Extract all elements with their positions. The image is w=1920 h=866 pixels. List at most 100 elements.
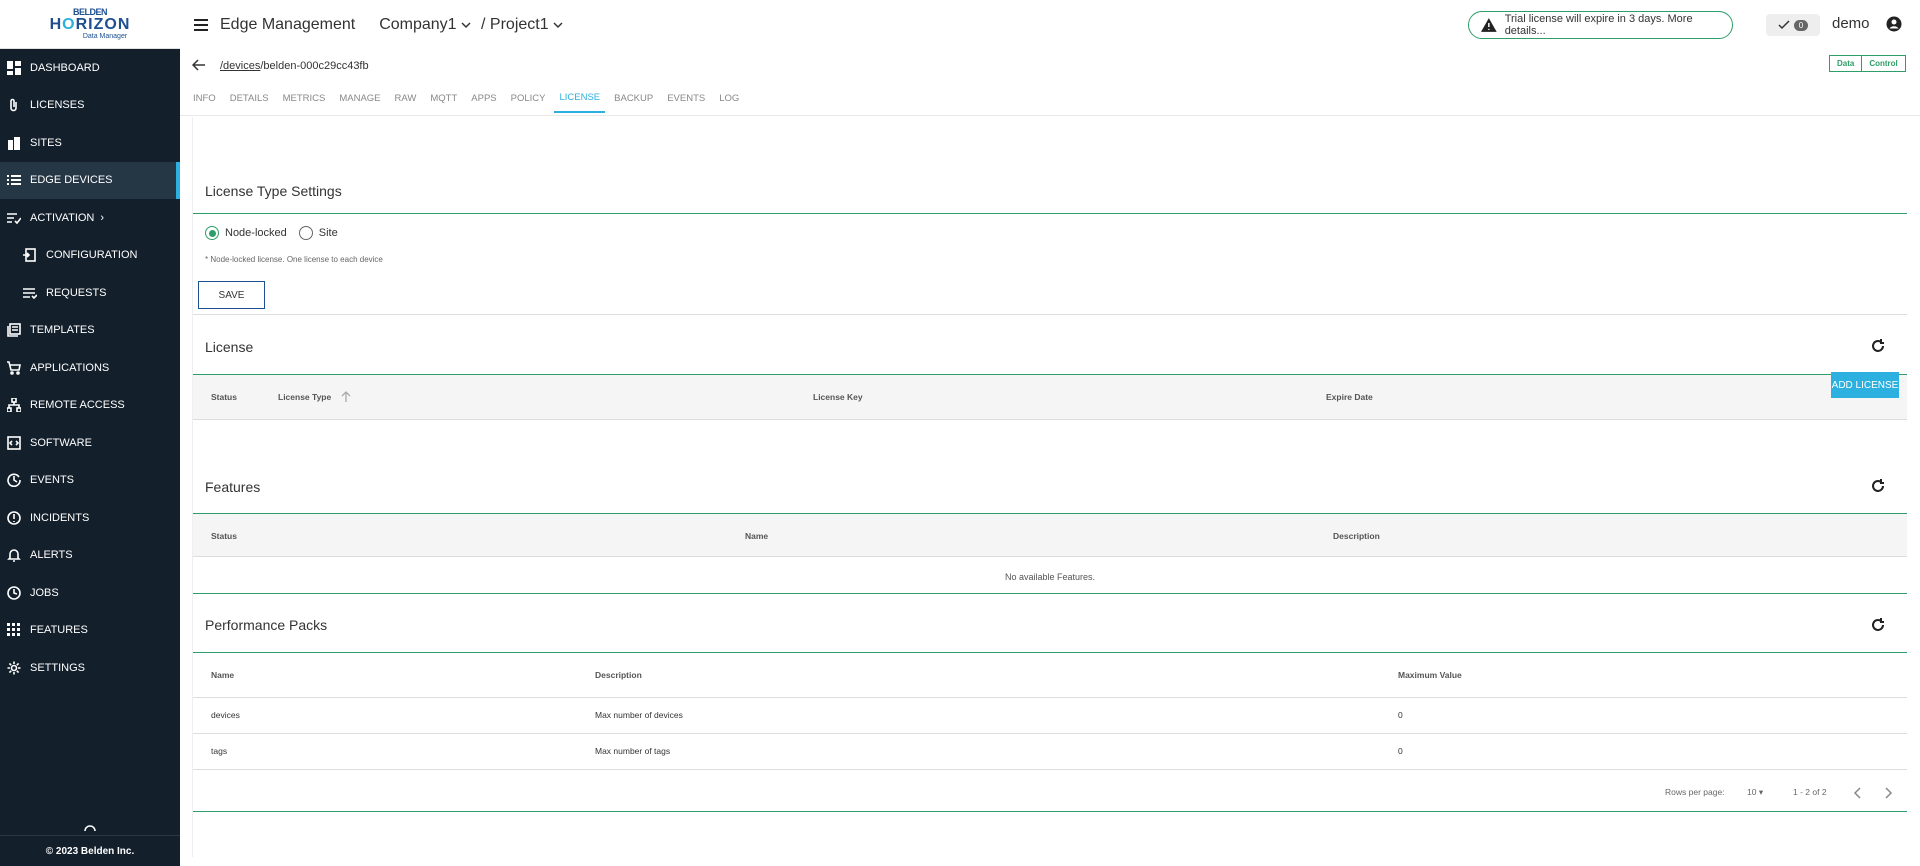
tab-mqtt[interactable]: MQTT	[425, 83, 462, 113]
sidebar-item-sites[interactable]: SITES	[0, 124, 180, 162]
tab-backup[interactable]: BACKUP	[609, 83, 658, 113]
refresh-icon[interactable]	[1871, 618, 1885, 632]
user-name[interactable]: demo	[1832, 15, 1870, 32]
column-header-maximum-value[interactable]: Maximum Value	[1398, 670, 1462, 680]
sidebar-item-dashboard[interactable]: DASHBOARD	[0, 49, 180, 87]
tab-log[interactable]: LOG	[714, 83, 744, 113]
radio-node-locked[interactable]	[205, 226, 219, 240]
sidebar-item-applications[interactable]: APPLICATIONS	[0, 349, 180, 387]
breadcrumb-devices-link[interactable]: /devices	[220, 60, 260, 72]
license-type-hint: * Node-locked license. One license to ea…	[205, 255, 383, 264]
sidebar-item-configuration[interactable]: CONFIGURATION	[0, 237, 180, 275]
trial-license-banner[interactable]: Trial license will expire in 3 days. Mor…	[1468, 11, 1733, 39]
notification-count: 0	[1793, 19, 1809, 31]
tab-events[interactable]: EVENTS	[662, 83, 710, 113]
tab-license[interactable]: LICENSE	[554, 83, 606, 113]
sidebar-item-requests[interactable]: REQUESTS	[0, 274, 180, 312]
tabs-divider	[180, 115, 1920, 116]
grid-icon	[6, 622, 22, 638]
tab-apps[interactable]: APPS	[466, 83, 501, 113]
column-header-expire-date[interactable]: Expire Date	[1326, 392, 1373, 402]
tab-metrics[interactable]: METRICS	[278, 83, 331, 113]
main-content: /devices /belden-000c29cc43fb Data Contr…	[180, 49, 1920, 866]
add-license-button[interactable]: ADD LICENSE	[1831, 372, 1899, 398]
rows-per-page-select[interactable]: 10 ▾	[1747, 787, 1763, 798]
collapse-icon[interactable]	[82, 820, 98, 832]
refresh-icon[interactable]	[1871, 479, 1885, 493]
sidebar-item-label: REMOTE ACCESS	[30, 399, 125, 412]
sidebar-item-jobs[interactable]: JOBS	[0, 574, 180, 612]
table-cell-name: tags	[211, 746, 228, 756]
topbar: Edge Management Company1 / Project1 Tria…	[180, 0, 1920, 49]
company-select[interactable]: Company1	[379, 16, 456, 34]
sidebar-item-settings[interactable]: SETTINGS	[0, 649, 180, 687]
rows-per-page-label: Rows per page:	[1665, 787, 1725, 797]
column-header-name[interactable]: Name	[211, 670, 234, 680]
radio-site[interactable]	[298, 226, 313, 240]
account-icon[interactable]	[1886, 16, 1902, 32]
column-header-status[interactable]: Status	[211, 392, 237, 402]
sidebar-item-edge-devices[interactable]: EDGE DEVICES	[0, 161, 180, 199]
gear-icon	[6, 660, 22, 676]
sidebar-item-activation[interactable]: ACTIVATION ›	[0, 199, 180, 237]
pagination-range: 1 - 2 of 2	[1793, 787, 1827, 797]
table-divider	[193, 419, 1907, 420]
table-cell-name: devices	[211, 710, 240, 720]
tab-manage[interactable]: MANAGE	[334, 83, 385, 113]
sidebar-item-remote-access[interactable]: REMOTE ACCESS	[0, 387, 180, 425]
tab-raw[interactable]: RAW	[390, 83, 422, 113]
sidebar-item-label: SOFTWARE	[30, 436, 92, 449]
sidebar-item-label: DASHBOARD	[30, 61, 100, 74]
refresh-icon[interactable]	[1871, 339, 1885, 353]
tab-info[interactable]: INFO	[188, 83, 221, 113]
save-button[interactable]: SAVE	[198, 281, 265, 309]
column-header-status[interactable]: Status	[211, 531, 237, 541]
clock-icon	[6, 585, 22, 601]
prev-page-icon[interactable]	[1853, 786, 1863, 804]
column-header-name[interactable]: Name	[745, 531, 768, 541]
sidebar-item-incidents[interactable]: INCIDENTS	[0, 499, 180, 537]
sort-arrow-up-icon[interactable]	[341, 390, 351, 408]
sidebar-item-features[interactable]: FEATURES	[0, 612, 180, 650]
license-type-radio-group: Node-locked Site	[205, 226, 350, 240]
sidebar-item-software[interactable]: SOFTWARE	[0, 424, 180, 462]
templates-icon	[6, 322, 22, 338]
column-header-license-key[interactable]: License Key	[813, 392, 863, 402]
hamburger-menu-icon[interactable]	[192, 16, 210, 34]
radio-label: Site	[318, 227, 338, 239]
requests-icon	[22, 285, 38, 301]
sidebar-item-label: FEATURES	[30, 624, 88, 637]
config-icon	[22, 247, 38, 263]
sidebar-item-label: EDGE DEVICES	[30, 174, 113, 187]
logo[interactable]: BELDEN HORIZON Data Manager	[0, 0, 180, 49]
column-header-description[interactable]: Description	[1333, 531, 1380, 541]
table-cell-max: 0	[1398, 710, 1403, 720]
sidebar-item-label: LICENSES	[30, 99, 85, 112]
sidebar-item-label: INCIDENTS	[30, 511, 90, 524]
next-page-icon[interactable]	[1883, 786, 1893, 804]
sidebar-item-templates[interactable]: TEMPLATES	[0, 312, 180, 350]
features-empty-message: No available Features.	[1004, 572, 1096, 582]
control-toggle-button[interactable]: Control	[1862, 55, 1906, 72]
radio-label: Node-locked	[225, 227, 287, 239]
logo-sub-text: Data Manager	[82, 32, 128, 40]
sidebar-item-events[interactable]: EVENTS	[0, 462, 180, 500]
project-select[interactable]: Project1	[490, 16, 549, 34]
sidebar-item-label: JOBS	[30, 586, 59, 599]
paperclip-icon	[6, 97, 22, 113]
section-divider	[193, 213, 1907, 214]
activation-icon	[6, 210, 22, 226]
chevron-down-icon[interactable]	[461, 16, 471, 34]
sidebar-item-alerts[interactable]: ALERTS	[0, 537, 180, 575]
column-header-description[interactable]: Description	[595, 670, 642, 680]
sidebar-item-licenses[interactable]: LICENSES	[0, 87, 180, 125]
rows-per-page-value: 10	[1747, 787, 1757, 797]
tab-details[interactable]: DETAILS	[225, 83, 274, 113]
notifications-button[interactable]: 0	[1766, 14, 1820, 36]
back-arrow-icon[interactable]	[191, 58, 206, 74]
tab-policy[interactable]: POLICY	[506, 83, 551, 113]
data-toggle-button[interactable]: Data	[1829, 55, 1863, 72]
sidebar-item-label: REQUESTS	[46, 286, 107, 299]
chevron-down-icon[interactable]	[553, 16, 563, 34]
column-header-license-type[interactable]: License Type	[278, 392, 331, 402]
